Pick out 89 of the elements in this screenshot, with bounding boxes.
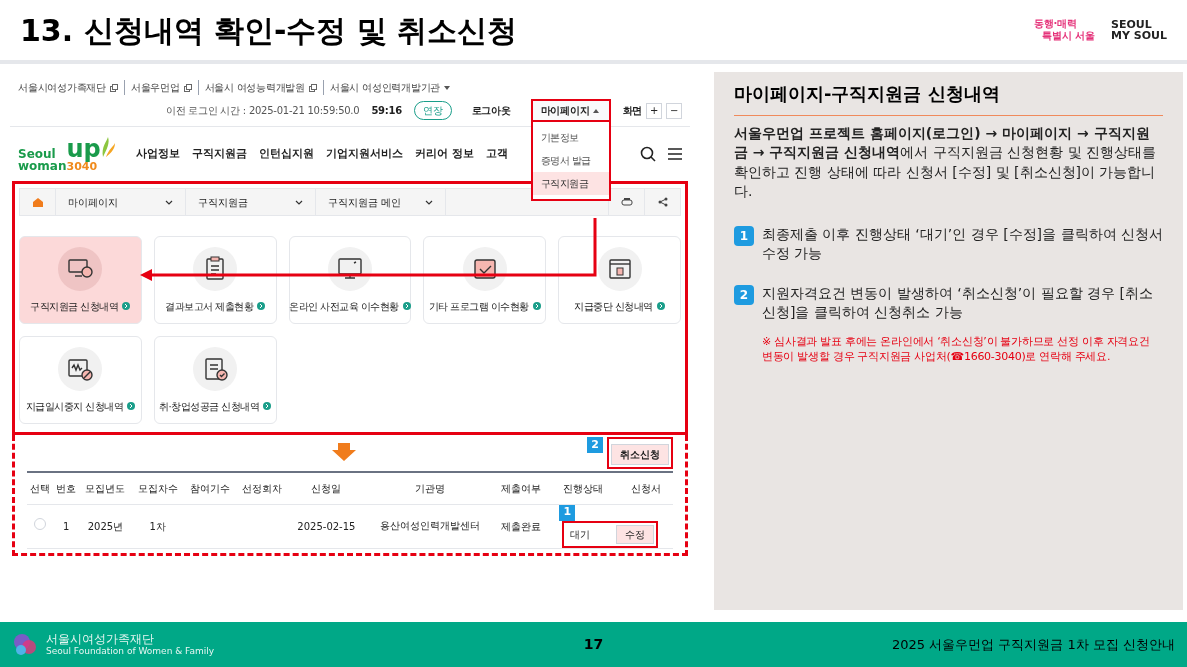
footer-caption: 2025 서울우먼업 구직지원금 1차 모집 신청안내: [890, 635, 1175, 654]
table-cell: 2025년: [79, 504, 132, 548]
nav-link[interactable]: 사업정보: [136, 145, 180, 163]
table-cell: 1차: [131, 504, 184, 548]
menu-card[interactable]: 구직지원금 신청내역: [19, 236, 142, 324]
table-cell: 용산여성인력개발센터: [364, 504, 496, 548]
nav-link[interactable]: 기업지원서비스: [326, 145, 403, 163]
chevron-icon: [425, 199, 433, 205]
status-text: 대기: [569, 527, 592, 542]
leaf-icon: [100, 136, 115, 159]
share-icon[interactable]: [657, 197, 668, 207]
column-header: 선택: [27, 472, 54, 504]
nav-link[interactable]: 구직지원금: [192, 145, 247, 163]
column-header: 참여기수: [183, 472, 237, 504]
family-site-link[interactable]: 서울시 여성인력개발기관: [322, 80, 457, 95]
nav-link[interactable]: 인턴십지원: [259, 145, 314, 163]
panel-title: 마이페이지-구직지원금 신청내역: [734, 80, 1163, 116]
step-marker: 1: [734, 226, 754, 246]
family-site-link[interactable]: 서울우먼업: [123, 80, 198, 95]
dropdown-menu-item[interactable]: 증명서 발급: [532, 149, 609, 172]
breadcrumb-dropdown[interactable]: 마이페이지: [56, 189, 186, 215]
menu-icon[interactable]: [668, 147, 682, 161]
zoom-in-button[interactable]: +: [646, 102, 662, 119]
logout-button[interactable]: 로그아웃: [463, 103, 519, 118]
step-text: 지원자격요건 변동이 발생하여 ‘취소신청’이 필요할 경우 [취소신청]을 클릭하여 신청취소 가능: [762, 283, 1155, 322]
family-site-link[interactable]: 서울시 여성능력개발원: [197, 80, 323, 95]
table-cell: 제출완료: [495, 504, 548, 548]
down-arrow-icon: [332, 443, 356, 461]
mypage-menu-button[interactable]: 마이페이지: [530, 99, 611, 122]
breadcrumb-dropdown[interactable]: 구직지원금 메인: [316, 189, 446, 215]
seoul-logo: SEOUL MY SOUL: [1111, 19, 1167, 41]
arrow-circle-icon: [257, 302, 266, 310]
last-login-time: 이전 로그인 시간 : 2025-01-21 10:59:50.0: [165, 104, 360, 118]
row-radio[interactable]: [34, 518, 47, 530]
menu-card[interactable]: 지급중단 신청내역: [558, 236, 681, 324]
column-header: 기관명: [364, 472, 496, 504]
column-header: 모집년도: [79, 472, 132, 504]
home-icon[interactable]: [32, 197, 43, 207]
chevron-icon: [165, 199, 173, 205]
step-text: 최종제출 이후 진행상태 ‘대기’인 경우 [수정]을 클릭하여 신청서 수정 가능: [762, 225, 1163, 264]
external-link-icon: [109, 83, 118, 92]
search-icon[interactable]: [640, 146, 656, 162]
slide-title: 13. 신청내역 확인-수정 및 취소신청: [20, 11, 518, 50]
column-header: 신청서: [619, 472, 673, 504]
slogan-logo: 동행·매력 특별시 서울: [1033, 17, 1096, 43]
menu-card[interactable]: 온라인 사전교육 이수현황: [288, 236, 412, 324]
external-link-icon: [183, 83, 192, 92]
dropdown-menu-item[interactable]: 구직지원금: [532, 172, 609, 195]
foundation-english-name: Seoul Foundation of Women & Family: [46, 647, 215, 656]
table-cell: 1: [53, 504, 80, 548]
menu-card[interactable]: 지급일시중지 신청내역: [19, 336, 142, 424]
column-header: 진행상태: [547, 472, 620, 504]
caret-icon: [593, 108, 600, 113]
foundation-name: 서울시여성가족재단: [46, 633, 155, 645]
column-header: 선정회차: [236, 472, 289, 504]
column-header: 모집차수: [131, 472, 184, 504]
menu-card[interactable]: 결과보고서 제출현황: [153, 236, 277, 324]
caret-icon: [444, 85, 451, 90]
menu-card[interactable]: 취·창업성공금 신청내역: [153, 336, 277, 424]
table-cell: 2025-02-15: [288, 504, 365, 548]
page-number: 17: [582, 635, 605, 654]
menu-card[interactable]: 기타 프로그램 이수현황: [423, 236, 547, 324]
edit-button[interactable]: 수정: [616, 524, 655, 544]
zoom-label: 화면: [622, 104, 642, 118]
foundation-logo-icon: [12, 631, 38, 658]
step-marker: 2: [587, 437, 603, 453]
print-icon[interactable]: [620, 197, 633, 207]
chevron-icon: [295, 199, 303, 205]
arrow-circle-icon: [122, 302, 131, 310]
step-marker: 2: [734, 284, 754, 305]
external-link-icon: [308, 83, 317, 92]
column-header: 신청일: [288, 472, 365, 504]
column-header: 제출여부: [495, 472, 548, 504]
dropdown-menu-item[interactable]: 기본정보: [532, 126, 609, 149]
arrow-circle-icon: [127, 402, 136, 410]
arrow-circle-icon: [402, 302, 411, 310]
nav-link[interactable]: 고객: [485, 145, 508, 163]
zoom-out-button[interactable]: −: [666, 102, 682, 119]
family-site-link[interactable]: 서울시여성가족재단: [18, 80, 124, 95]
nav-link[interactable]: 커리어 정보: [415, 145, 474, 163]
breadcrumb-dropdown[interactable]: 구직지원금: [186, 189, 316, 215]
warning-note: ※ 심사결과 발표 후에는 온라인에서 ‘취소신청’이 불가하므로 선정 이후 자격요건 변동이 발생할 경우 구직지원금 사업처(☎1660-3040)로 연락해 주세요.: [762, 334, 1151, 365]
column-header: 번호: [53, 472, 80, 504]
arrow-circle-icon: [532, 302, 541, 310]
arrow-circle-icon: [263, 402, 272, 410]
session-timer: 59:16: [371, 104, 402, 118]
panel-description: 서울우먼업 프로젝트 홈페이지(로그인) → 마이페이지 → 구직지원금 → 구직지원금 신청내역에서 구직지원금 신청현황 및 진행상태를 확인하고 진행 상태에 따라 신청서 [수정] 및 [취소신청]이 가능합니다.: [734, 124, 1158, 201]
cancel-request-button[interactable]: 취소신청: [611, 444, 669, 465]
arrow-circle-icon: [656, 302, 665, 310]
